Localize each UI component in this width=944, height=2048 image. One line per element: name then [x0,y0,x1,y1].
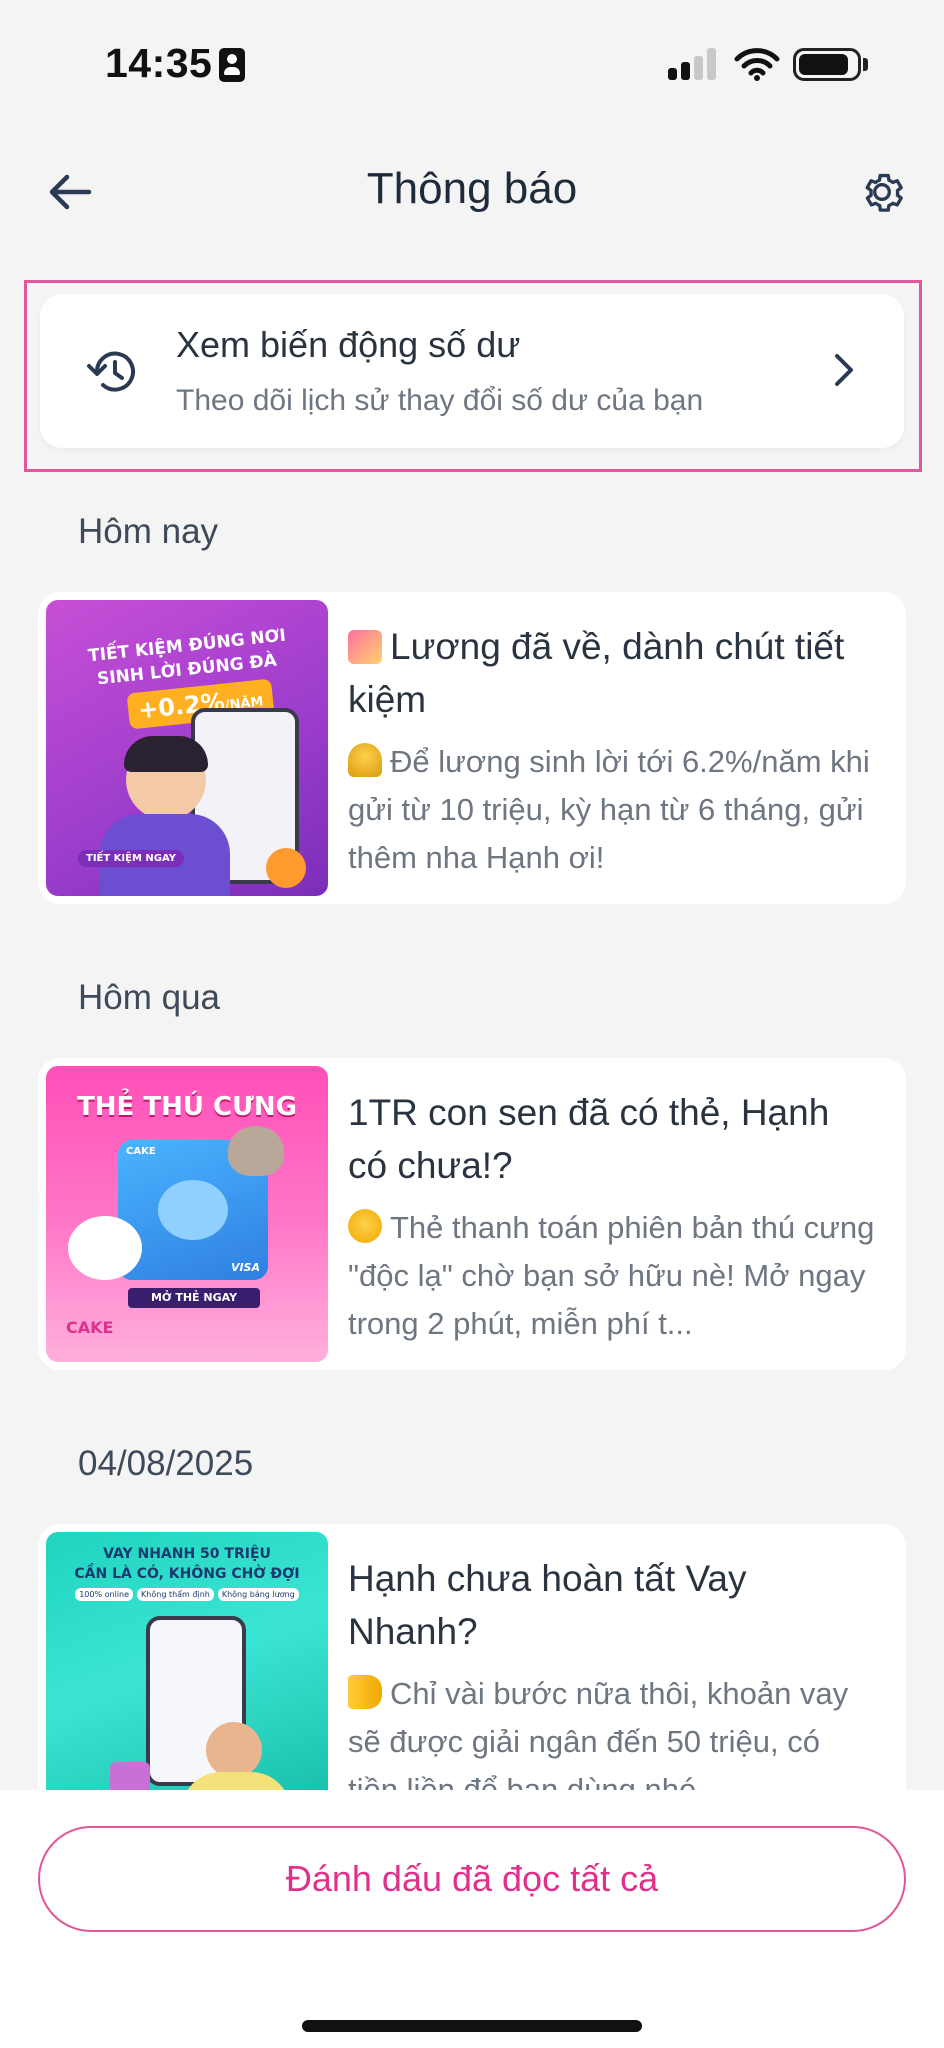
thumb-person-head [206,1722,262,1778]
section-label-date: 04/08/2025 [78,1444,254,1483]
battery-cap [863,58,868,71]
settings-button[interactable] [852,162,912,222]
thumb-headline: CẦN LÀ CÓ, KHÔNG CHỜ ĐỢI [74,1566,300,1582]
status-time: 14:35 [105,40,213,86]
history-icon [87,351,135,392]
gear-icon [865,173,903,212]
thumb-card-brand: CAKE [126,1146,156,1157]
notification-thumbnail: VAY NHANH 50 TRIỆU CẦN LÀ CÓ, KHÔNG CHỜ … [46,1532,328,1824]
section-label-today: Hôm nay [78,512,219,551]
wifi-icon [734,48,780,81]
thumb-tags: 100% online Không thẩm định Không bảng l… [46,1588,328,1601]
balance-card-subtitle: Theo dõi lịch sử thay đổi số dư của bạn [176,384,704,417]
thumb-cat [228,1126,284,1176]
notification-thumbnail: THẺ THÚ CƯNG CAKE VISA MỞ THẺ NGAY CAKE [46,1066,328,1362]
balance-card-title: Xem biến động số dư [176,324,521,365]
thumb-person-hair [124,736,208,772]
party-emoji-icon [348,630,382,664]
cellular-signal-icon [668,48,720,80]
pointing-hand-emoji-icon [348,1675,382,1709]
app-header: Thông báo [0,150,944,230]
section-label-yesterday: Hôm qua [78,978,221,1017]
bottom-bar: Đánh dấu đã đọc tất cả [0,1790,944,2048]
chevron-right-icon [835,354,853,386]
battery-icon [793,48,861,81]
thumb-card-network: VISA [230,1261,260,1274]
thumb-tag: 100% online [75,1588,134,1601]
thumb-headline: THẺ THÚ CƯNG [77,1092,297,1122]
thumb-mascot [266,848,306,888]
thumb-brand: CAKE [66,1318,114,1337]
notification-title: Lương đã về, dành chút tiết kiệm [348,626,845,720]
page-title: Thông báo [366,164,578,213]
thinking-emoji-icon [348,1209,382,1243]
notification-body: Thẻ thanh toán phiên bản thú cưng "độc l… [348,1209,875,1341]
notification-body: Để lương sinh lời tới 6.2%/năm khi gửi t… [348,743,870,875]
contact-card-icon [219,48,245,82]
notification-card[interactable]: THẺ THÚ CƯNG CAKE VISA MỞ THẺ NGAY CAKE … [38,1058,906,1370]
thumb-cta: TIẾT KIỆM NGAY [78,850,185,867]
notification-title: 1TR con sen đã có thẻ, Hạnh có chưa!? [348,1092,830,1186]
notification-title: Hạnh chưa hoàn tất Vay Nhanh? [348,1558,747,1652]
thumb-headline: VAY NHANH 50 TRIỆU [103,1546,271,1562]
thumb-tag: Không thẩm định [137,1588,214,1601]
thumb-dog [68,1216,142,1280]
mark-all-read-button[interactable]: Đánh dấu đã đọc tất cả [38,1826,906,1932]
notification-thumbnail: TIẾT KIỆM ĐÚNG NƠI SINH LỜI ĐÚNG ĐÀ +0.2… [46,600,328,896]
thumb-cta: MỞ THẺ NGAY [128,1288,260,1308]
notification-card[interactable]: VAY NHANH 50 TRIỆU CẦN LÀ CÓ, KHÔNG CHỜ … [38,1524,906,1824]
home-indicator[interactable] [302,2020,642,2032]
balance-history-card[interactable]: Xem biến động số dư Theo dõi lịch sử tha… [40,294,904,448]
status-bar: 14:35 [0,0,944,130]
notification-card[interactable]: TIẾT KIỆM ĐÚNG NƠI SINH LỜI ĐÚNG ĐÀ +0.2… [38,592,906,904]
bell-emoji-icon [348,743,382,777]
thumb-card-mascot [158,1180,228,1240]
thumb-tag: Không bảng lương [217,1588,299,1601]
